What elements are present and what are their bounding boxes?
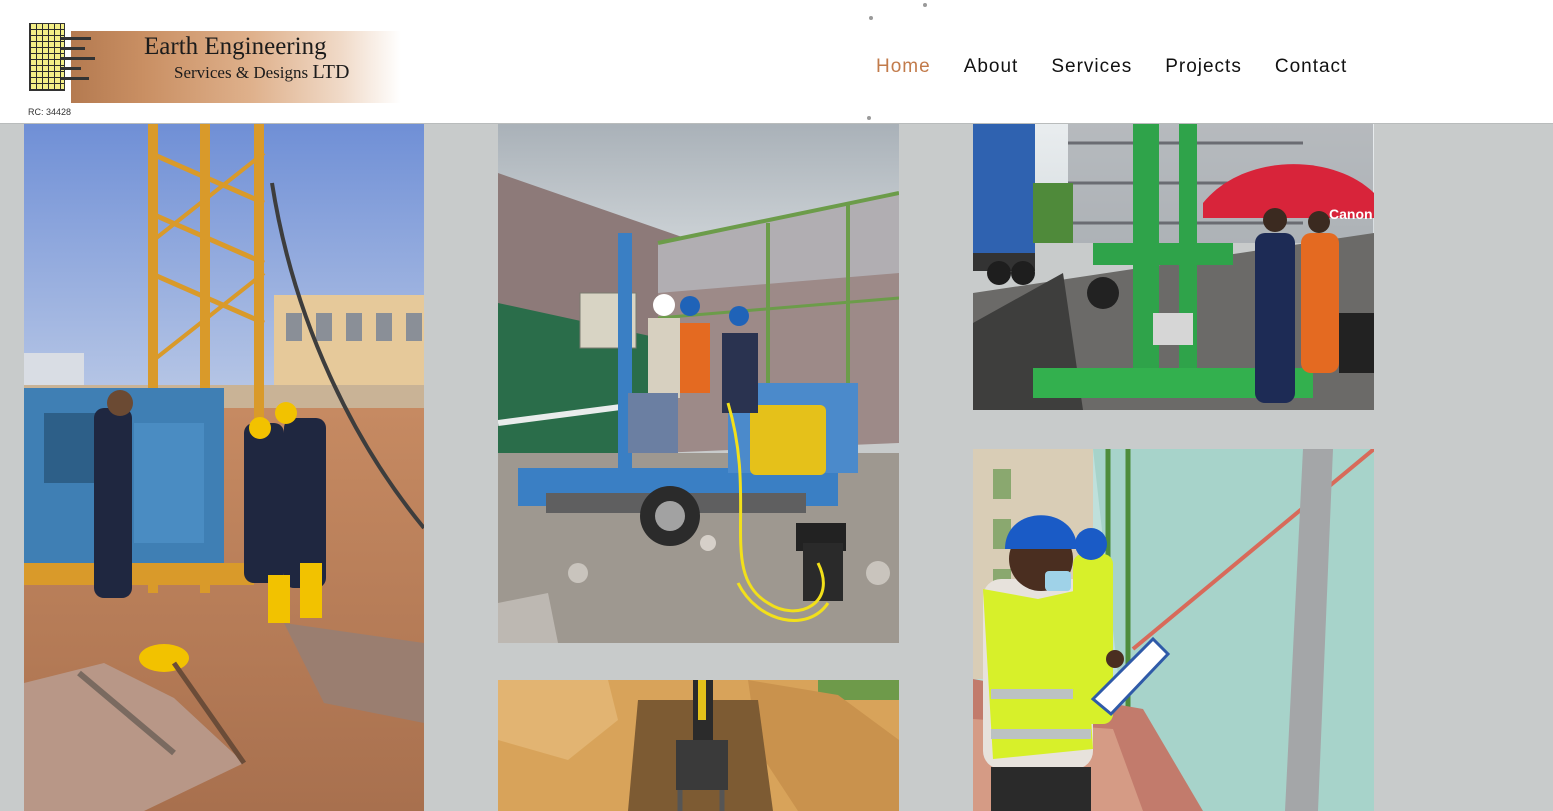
logo-grid-icon <box>29 23 65 91</box>
gallery-photo-trailer-rig[interactable] <box>498 123 899 643</box>
logo-ltd: LTD <box>312 61 350 83</box>
main-nav: Home About Services Projects Contact <box>876 56 1380 78</box>
decor-dot <box>869 16 873 20</box>
gallery-photo-excavation[interactable] <box>498 680 899 811</box>
excavation-image <box>498 680 899 811</box>
company-logo[interactable]: Earth Engineering Services & Designs LTD <box>27 23 401 105</box>
nav-home[interactable]: Home <box>876 56 931 78</box>
site-header: Earth Engineering Services & Designs LTD… <box>0 0 1553 124</box>
trailer-rig-image <box>498 123 899 643</box>
nav-contact[interactable]: Contact <box>1275 56 1347 78</box>
logo-subtitle: Services & Designs LTD <box>174 61 349 84</box>
green-rig-image: Canon <box>973 123 1374 410</box>
decor-dot <box>867 116 871 120</box>
logo-subtitle-text: Services & Designs <box>174 63 309 82</box>
drilling-rig-image <box>24 123 424 811</box>
engineer-image <box>973 449 1374 811</box>
umbrella-text: Canon <box>1329 206 1373 222</box>
logo-title: Earth Engineering <box>144 33 327 60</box>
registration-number: RC: 34428 <box>28 107 72 117</box>
gallery-photo-green-rig[interactable]: Canon <box>973 123 1374 410</box>
gallery-photo-engineer[interactable] <box>973 449 1374 811</box>
nav-about[interactable]: About <box>964 56 1019 78</box>
logo-bars-icon <box>61 33 97 83</box>
gallery-photo-drilling-rig[interactable] <box>24 123 424 811</box>
decor-dot <box>923 3 927 7</box>
nav-projects[interactable]: Projects <box>1165 56 1242 78</box>
nav-services[interactable]: Services <box>1051 56 1132 78</box>
